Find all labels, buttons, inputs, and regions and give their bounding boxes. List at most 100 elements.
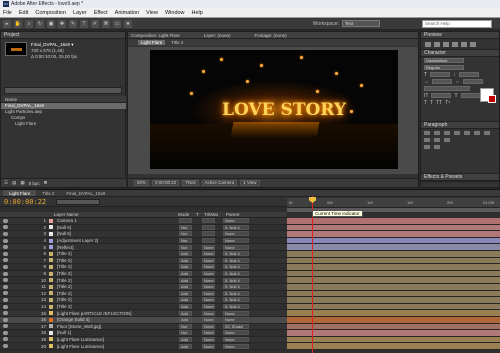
layer-mode-dropdown[interactable] xyxy=(179,218,192,224)
interpret-footage-icon[interactable]: ☰ xyxy=(4,180,8,186)
layer-trkmat-dropdown[interactable] xyxy=(202,231,215,237)
menu-layer[interactable]: Layer xyxy=(73,10,87,16)
eraser-tool-icon[interactable]: ▭ xyxy=(113,19,121,28)
layer-search-input[interactable] xyxy=(56,198,101,205)
brush-tool-icon[interactable]: ✐ xyxy=(91,19,99,28)
layer-parent-dropdown[interactable]: 20. Shake xyxy=(223,323,249,329)
layer-trkmat-dropdown[interactable]: None xyxy=(202,310,215,316)
layer-name[interactable]: [Title 2] xyxy=(57,258,177,263)
puppet-tool-icon[interactable]: ★ xyxy=(124,19,132,28)
layer-duration-bar[interactable] xyxy=(287,336,500,344)
layer-parent-dropdown[interactable]: 5. Null 4 xyxy=(223,257,249,263)
time-ruler[interactable]: 0f 05f 10f 15f 20f 01:00f xyxy=(287,198,500,208)
layer-label-color[interactable] xyxy=(49,264,53,269)
layer-trkmat-dropdown[interactable] xyxy=(202,218,215,224)
text-tool-icon[interactable]: T xyxy=(80,19,88,28)
table-row[interactable]: 13 [Title 2] Add None 5. Null 4 xyxy=(0,297,287,304)
layer-name[interactable]: [Title 2] xyxy=(57,284,177,289)
layer-trkmat-dropdown[interactable]: None xyxy=(202,336,215,342)
caps-icon[interactable]: TT xyxy=(436,100,442,106)
justify-all-icon[interactable] xyxy=(484,130,490,135)
hand-tool-icon[interactable]: ✋ xyxy=(14,19,22,28)
zoom-dropdown[interactable]: 50% xyxy=(134,180,150,186)
layer-trkmat-dropdown[interactable]: None xyxy=(202,244,215,250)
layer-name[interactable]: [Light Flare Luminance] xyxy=(57,337,177,342)
col-mode[interactable]: Mode xyxy=(178,212,196,217)
zoom-tool-icon[interactable]: ⌕ xyxy=(25,19,33,28)
layer-trkmat-dropdown[interactable]: None xyxy=(202,284,215,290)
layer-name[interactable]: Camera 1 xyxy=(57,218,177,223)
layer-name[interactable]: [Title 2] xyxy=(57,304,177,309)
layer-name[interactable]: [Adjustment Layer 2] xyxy=(57,238,177,243)
layer-duration-bar[interactable] xyxy=(287,303,500,311)
camera-tool-icon[interactable]: ▣ xyxy=(47,19,55,28)
layer-label-color[interactable] xyxy=(49,278,53,283)
layer-name[interactable]: [Title 2] xyxy=(57,297,177,302)
preview-panel-title[interactable]: Preview xyxy=(421,32,499,39)
layer-trkmat-dropdown[interactable]: None xyxy=(202,330,215,336)
align-left-icon[interactable] xyxy=(424,130,430,135)
effects-panel-title[interactable]: Effects & Presets xyxy=(421,174,499,181)
layer-mode-dropdown[interactable]: Nor xyxy=(179,330,192,336)
project-search-input[interactable] xyxy=(4,87,122,94)
layer-mode-dropdown[interactable]: Add xyxy=(179,277,192,283)
layer-mode-dropdown[interactable]: Nor xyxy=(179,231,192,237)
layer-mode-dropdown[interactable]: Add xyxy=(179,317,192,323)
subtab-title-2[interactable]: Title 2 xyxy=(168,40,186,45)
layer-trkmat-dropdown[interactable]: None xyxy=(202,257,215,263)
layer-mode-dropdown[interactable]: Add xyxy=(179,257,192,263)
stroke-color-swatch[interactable] xyxy=(488,95,496,103)
layer-label-color[interactable] xyxy=(49,324,53,329)
layer-parent-dropdown[interactable]: None xyxy=(223,244,249,250)
layer-parent-dropdown[interactable]: None xyxy=(223,343,249,349)
layer-parent-dropdown[interactable]: 5. Null 4 xyxy=(223,277,249,283)
layer-trkmat-dropdown[interactable]: None xyxy=(202,277,215,283)
menu-effect[interactable]: Effect xyxy=(94,10,108,16)
layer-name[interactable]: [Title 2] xyxy=(57,251,177,256)
table-row[interactable]: 8 [Title 2] Add None 5. Null 4 xyxy=(0,264,287,271)
layer-parent-dropdown[interactable]: None xyxy=(223,336,249,342)
layer-trkmat-dropdown[interactable]: None xyxy=(202,251,215,257)
table-row[interactable]: 1 Camera 1 None xyxy=(0,218,287,225)
layer-parent-dropdown[interactable]: None xyxy=(223,238,249,244)
layer-label-color[interactable] xyxy=(49,218,53,223)
layer-name[interactable]: [Title 2] xyxy=(57,271,177,276)
trash-icon[interactable]: ✖ xyxy=(44,180,48,186)
layer-label-color[interactable] xyxy=(49,231,53,236)
layer-name[interactable]: [Title 2] xyxy=(57,264,177,269)
search-help-input[interactable]: Search Help xyxy=(422,20,492,28)
layer-duration-bar[interactable] xyxy=(287,244,500,251)
layer-mode-dropdown[interactable]: Add xyxy=(179,336,192,342)
new-comp-icon[interactable]: ▦ xyxy=(20,180,24,186)
visibility-eye-icon[interactable] xyxy=(3,264,8,269)
layer-name[interactable]: [Null 1] xyxy=(57,330,177,335)
layer-duration-bar[interactable] xyxy=(287,250,500,258)
col-trkmat[interactable]: TrkMat xyxy=(204,212,226,217)
layer-mode-dropdown[interactable]: Add xyxy=(179,290,192,296)
visibility-eye-icon[interactable] xyxy=(3,238,8,243)
layer-parent-dropdown[interactable]: 5. Null 4 xyxy=(223,304,249,310)
vertical-scale-field[interactable] xyxy=(431,93,452,98)
new-folder-icon[interactable]: ▤ xyxy=(12,180,16,186)
layer-duration-bar[interactable] xyxy=(287,277,500,284)
table-row[interactable]: 5 [Reflect] Nor None None xyxy=(0,244,287,251)
table-row[interactable]: 17 Floor [Stone_Wall.jpg] Nor None 20. Shake xyxy=(0,323,287,331)
prev-frame-icon[interactable] xyxy=(434,42,440,47)
layer-name[interactable]: Floor [Stone_Wall.jpg] xyxy=(57,324,177,329)
visibility-eye-icon[interactable] xyxy=(3,317,8,322)
list-item[interactable]: Light Flare xyxy=(1,121,126,127)
tab-composition[interactable]: Composition: Light Flare xyxy=(131,33,180,38)
layer-duration-bar[interactable] xyxy=(287,264,500,271)
layer-parent-dropdown[interactable]: None xyxy=(223,218,249,224)
col-t[interactable]: T xyxy=(196,212,204,217)
last-frame-icon[interactable] xyxy=(461,42,467,47)
first-frame-icon[interactable] xyxy=(425,42,431,47)
kerning-field[interactable] xyxy=(432,79,452,84)
table-row[interactable]: 4 [Adjustment Layer 2] Nor None xyxy=(0,237,287,245)
layer-mode-dropdown[interactable]: Nor xyxy=(179,323,192,329)
layer-duration-bar[interactable] xyxy=(287,231,500,238)
visibility-eye-icon[interactable] xyxy=(3,245,8,250)
tracking-field[interactable] xyxy=(463,79,483,84)
font-family-dropdown[interactable]: DaxlineBold xyxy=(424,58,464,63)
workspace-dropdown[interactable]: Text xyxy=(342,20,380,27)
